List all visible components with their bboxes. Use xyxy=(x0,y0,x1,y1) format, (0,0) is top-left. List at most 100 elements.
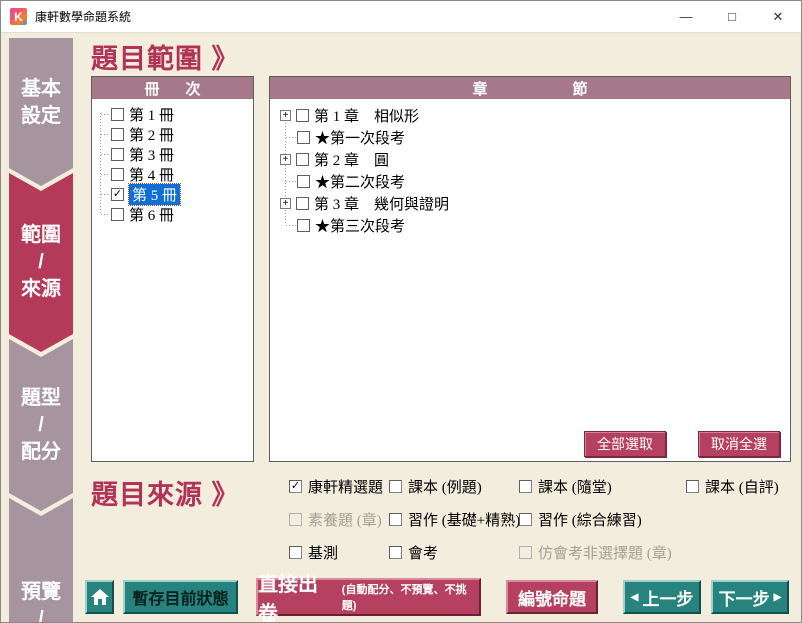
maximize-button[interactable]: □ xyxy=(709,1,755,32)
source-label: 課本 (自評) xyxy=(705,476,779,497)
source-option[interactable]: ✓ 習作 (基礎+精熟) xyxy=(389,509,519,529)
chapter-label: 第 1 章 相似形 xyxy=(314,105,419,126)
home-icon xyxy=(91,589,109,605)
chapter-checkbox[interactable]: ✓ xyxy=(296,153,309,166)
chapter-row[interactable]: ✓ ★第三次段考 xyxy=(270,214,790,236)
source-option[interactable]: ✓ 會考 xyxy=(389,542,519,562)
tab-label: 範圍 xyxy=(9,222,73,249)
volume-label: 第 4 冊 xyxy=(129,164,174,185)
tab-label: / xyxy=(9,249,73,276)
source-option[interactable]: ✓ 課本 (例題) xyxy=(389,476,519,496)
volume-checkbox[interactable]: ✓ xyxy=(111,208,124,221)
source-option[interactable]: ✓ 習作 (綜合練習) xyxy=(519,509,686,529)
left-arrow-icon: ◀ xyxy=(631,592,639,603)
close-button[interactable]: ✕ xyxy=(755,1,801,32)
expand-icon[interactable]: + xyxy=(280,154,291,165)
select-all-button[interactable]: 全部選取 xyxy=(584,431,666,457)
expand-icon[interactable]: + xyxy=(280,110,291,121)
source-checkbox[interactable]: ✓ xyxy=(289,480,302,493)
volume-row-selected[interactable]: ✓ 第 5 冊 xyxy=(92,184,253,204)
tree-connector xyxy=(286,137,296,138)
chapter-row[interactable]: + ✓ 第 3 章 幾何與證明 xyxy=(270,192,790,214)
volume-checkbox[interactable]: ✓ xyxy=(111,128,124,141)
check-icon: ✓ xyxy=(113,188,122,199)
source-checkbox[interactable]: ✓ xyxy=(389,513,402,526)
chapter-checkbox[interactable]: ✓ xyxy=(296,109,309,122)
volume-checkbox[interactable]: ✓ xyxy=(111,188,124,201)
source-checkbox[interactable]: ✓ xyxy=(389,546,402,559)
chapters-tree: + ✓ 第 1 章 相似形 ✓ ★第一次段考 + ✓ 第 2 章 圓 xyxy=(270,99,790,461)
chapter-row[interactable]: + ✓ 第 1 章 相似形 xyxy=(270,104,790,126)
chapter-checkbox[interactable]: ✓ xyxy=(297,175,310,188)
source-label: 習作 (基礎+精熟) xyxy=(408,509,520,530)
footer-toolbar: 暫存目前狀態 直接出卷 (自動配分、不預覽、不挑題) 編號命題 ◀ 上一步 下一… xyxy=(85,578,802,616)
next-step-label: 下一步 xyxy=(719,585,770,610)
source-checkbox[interactable]: ✓ xyxy=(686,480,699,493)
chapter-checkbox[interactable]: ✓ xyxy=(297,219,310,232)
volume-checkbox[interactable]: ✓ xyxy=(111,168,124,181)
chapter-row[interactable]: ✓ ★第二次段考 xyxy=(270,170,790,192)
minimize-button[interactable]: — xyxy=(663,1,709,32)
volume-label: 第 3 冊 xyxy=(129,144,174,165)
tree-connector xyxy=(101,114,109,115)
source-option[interactable]: ✓ 基測 xyxy=(289,542,389,562)
chapter-checkbox[interactable]: ✓ xyxy=(296,197,309,210)
volumes-panel: 冊 次 ✓ 第 1 冊 ✓ 第 2 冊 xyxy=(91,76,254,462)
tab-preview-pick[interactable]: 預覽 / 挑題 xyxy=(9,498,73,623)
chapter-label: ★第一次段考 xyxy=(315,127,405,148)
source-checkbox[interactable]: ✓ xyxy=(389,480,402,493)
window-controls: — □ ✕ xyxy=(663,1,801,32)
volume-label: 第 2 冊 xyxy=(129,124,174,145)
source-option[interactable]: ✓ 康軒精選題 xyxy=(289,476,389,496)
source-checkbox[interactable]: ✓ xyxy=(519,513,532,526)
tree-connector xyxy=(286,225,296,226)
volume-row[interactable]: ✓ 第 3 冊 xyxy=(92,144,253,164)
source-checkbox[interactable]: ✓ xyxy=(289,546,302,559)
tab-label: / xyxy=(9,606,73,623)
volume-row[interactable]: ✓ 第 2 冊 xyxy=(92,124,253,144)
previous-step-label: 上一步 xyxy=(642,585,693,610)
chapters-panel: 章 節 + ✓ 第 1 章 相似形 ✓ ★第一次段考 xyxy=(269,76,791,462)
source-checkbox: ✓ xyxy=(519,546,532,559)
source-option-disabled: ✓ 素養題 (章) xyxy=(289,509,389,529)
source-label: 素養題 (章) xyxy=(308,509,382,530)
chapter-label: ★第二次段考 xyxy=(315,171,405,192)
tab-label: 來源 xyxy=(9,276,73,303)
source-label: 基測 xyxy=(308,542,338,563)
volume-row[interactable]: ✓ 第 6 冊 xyxy=(92,204,253,224)
next-step-button[interactable]: 下一步 ▶ xyxy=(711,580,789,614)
chapters-panel-header: 章 節 xyxy=(270,77,790,99)
chapter-row[interactable]: ✓ ★第一次段考 xyxy=(270,126,790,148)
deselect-all-button[interactable]: 取消全選 xyxy=(698,431,780,457)
volume-checkbox[interactable]: ✓ xyxy=(111,108,124,121)
expand-icon[interactable]: + xyxy=(280,198,291,209)
chapter-checkbox[interactable]: ✓ xyxy=(297,131,310,144)
chapters-header-char: 章 xyxy=(472,78,487,99)
sidebar-nav: 基本 設定 範圍 / 來源 題型 / 配分 預覽 / 挑題 xyxy=(9,38,73,623)
tab-type-score[interactable]: 題型 / 配分 xyxy=(9,339,73,511)
tree-connector xyxy=(101,214,109,215)
chapter-row[interactable]: + ✓ 第 2 章 圓 xyxy=(270,148,790,170)
tab-label: 預覽 xyxy=(9,579,73,606)
numbered-question-button[interactable]: 編號命題 xyxy=(506,580,598,614)
volume-row[interactable]: ✓ 第 4 冊 xyxy=(92,164,253,184)
volume-checkbox[interactable]: ✓ xyxy=(111,148,124,161)
source-option[interactable]: ✓ 課本 (自評) xyxy=(686,476,779,496)
tab-scope-source[interactable]: 範圍 / 來源 xyxy=(9,173,73,352)
tab-basic-settings[interactable]: 基本 設定 xyxy=(9,38,73,186)
home-button[interactable] xyxy=(85,580,114,614)
direct-export-button[interactable]: 直接出卷 (自動配分、不預覽、不挑題) xyxy=(256,578,481,616)
source-option[interactable]: ✓ 課本 (隨堂) xyxy=(519,476,686,496)
volume-label: 第 1 冊 xyxy=(129,104,174,125)
previous-step-button[interactable]: ◀ 上一步 xyxy=(623,580,701,614)
volumes-panel-header: 冊 次 xyxy=(92,77,253,99)
tree-connector xyxy=(101,154,109,155)
source-checkbox[interactable]: ✓ xyxy=(519,480,532,493)
tree-connector xyxy=(101,174,109,175)
volume-row[interactable]: ✓ 第 1 冊 xyxy=(92,104,253,124)
save-state-button[interactable]: 暫存目前狀態 xyxy=(123,580,238,614)
source-label: 課本 (隨堂) xyxy=(538,476,612,497)
app-window: K 康軒數學命題系統 — □ ✕ 基本 設定 範圍 / 來源 題型 / 配分 預… xyxy=(0,0,802,623)
window-title: 康軒數學命題系統 xyxy=(35,8,131,25)
volume-label: 第 6 冊 xyxy=(129,204,174,225)
